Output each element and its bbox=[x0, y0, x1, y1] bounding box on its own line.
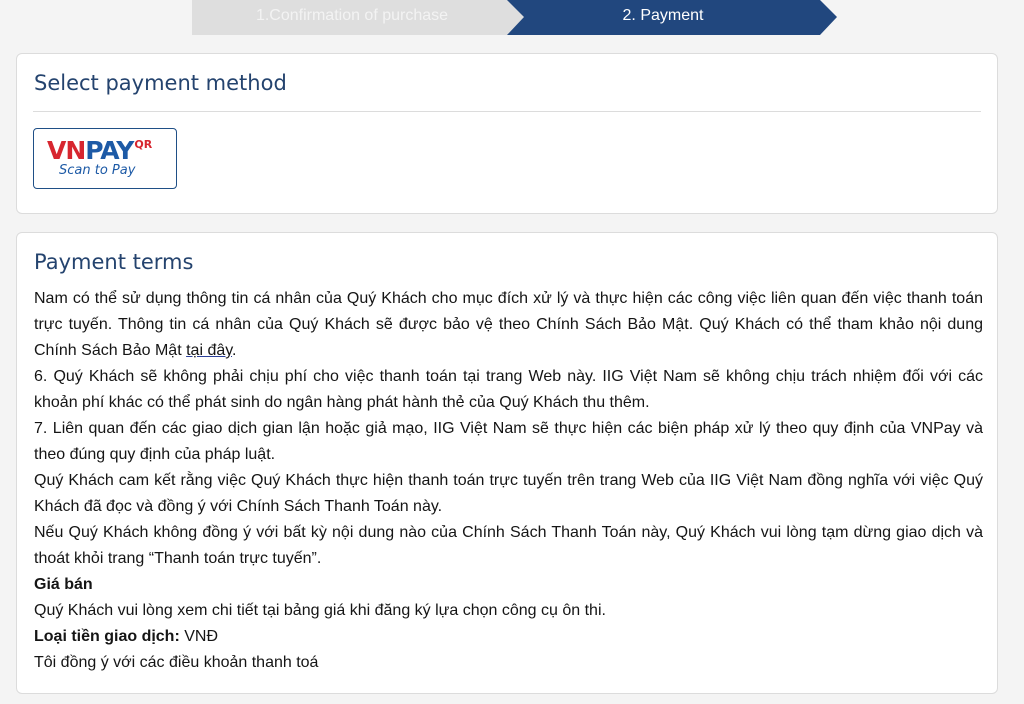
divider bbox=[33, 111, 981, 112]
vnpay-logo-qr: QR bbox=[134, 138, 153, 151]
step-1-label[interactable]: 1.Confirmation of purchase bbox=[192, 0, 512, 34]
terms-paragraph-6: 6. Quý Khách sẽ không phải chịu phí cho … bbox=[34, 368, 983, 411]
checkout-stepper: 1.Confirmation of purchase 2. Payment bbox=[0, 0, 1024, 36]
terms-paragraph-privacy: Nam có thể sử dụng thông tin cá nhân của… bbox=[34, 286, 983, 364]
step-2-label[interactable]: 2. Payment bbox=[508, 0, 818, 34]
payment-terms-title: Payment terms bbox=[34, 250, 194, 274]
payment-method-title: Select payment method bbox=[34, 71, 287, 95]
currency-line: Loại tiền giao dịch: VNĐ bbox=[34, 624, 983, 650]
payment-method-card: Select payment method VNPAYQR Scan to Pa… bbox=[16, 53, 998, 214]
currency-value: VNĐ bbox=[179, 628, 219, 645]
price-text: Quý Khách vui lòng xem chi tiết tại bảng… bbox=[34, 602, 606, 619]
terms-p1-text: Nam có thể sử dụng thông tin cá nhân của… bbox=[34, 290, 983, 359]
privacy-policy-link[interactable]: tại đây bbox=[186, 342, 232, 359]
agree-terms-text[interactable]: Tôi đồng ý với các điều khoản thanh toá bbox=[34, 650, 983, 676]
terms-p1-end: . bbox=[232, 342, 237, 359]
vnpay-subtitle: Scan to Pay bbox=[59, 163, 136, 178]
vnpay-logo-pay: PAY bbox=[85, 136, 134, 165]
vnpay-logo-vn: VN bbox=[47, 136, 86, 165]
payment-terms-body: Nam có thể sử dụng thông tin cá nhân của… bbox=[34, 286, 983, 676]
currency-label: Loại tiền giao dịch: bbox=[34, 628, 180, 645]
vnpay-qr-option-button[interactable]: VNPAYQR Scan to Pay bbox=[33, 128, 177, 189]
price-heading: Giá bán bbox=[34, 576, 93, 593]
terms-paragraph-disagree: Nếu Quý Khách không đồng ý với bất kỳ nộ… bbox=[34, 524, 983, 567]
terms-paragraph-commitment: Quý Khách cam kết rằng việc Quý Khách th… bbox=[34, 472, 983, 515]
payment-terms-card: Payment terms Nam có thể sử dụng thông t… bbox=[16, 232, 998, 694]
terms-paragraph-7: 7. Liên quan đến các giao dịch gian lận … bbox=[34, 420, 983, 463]
